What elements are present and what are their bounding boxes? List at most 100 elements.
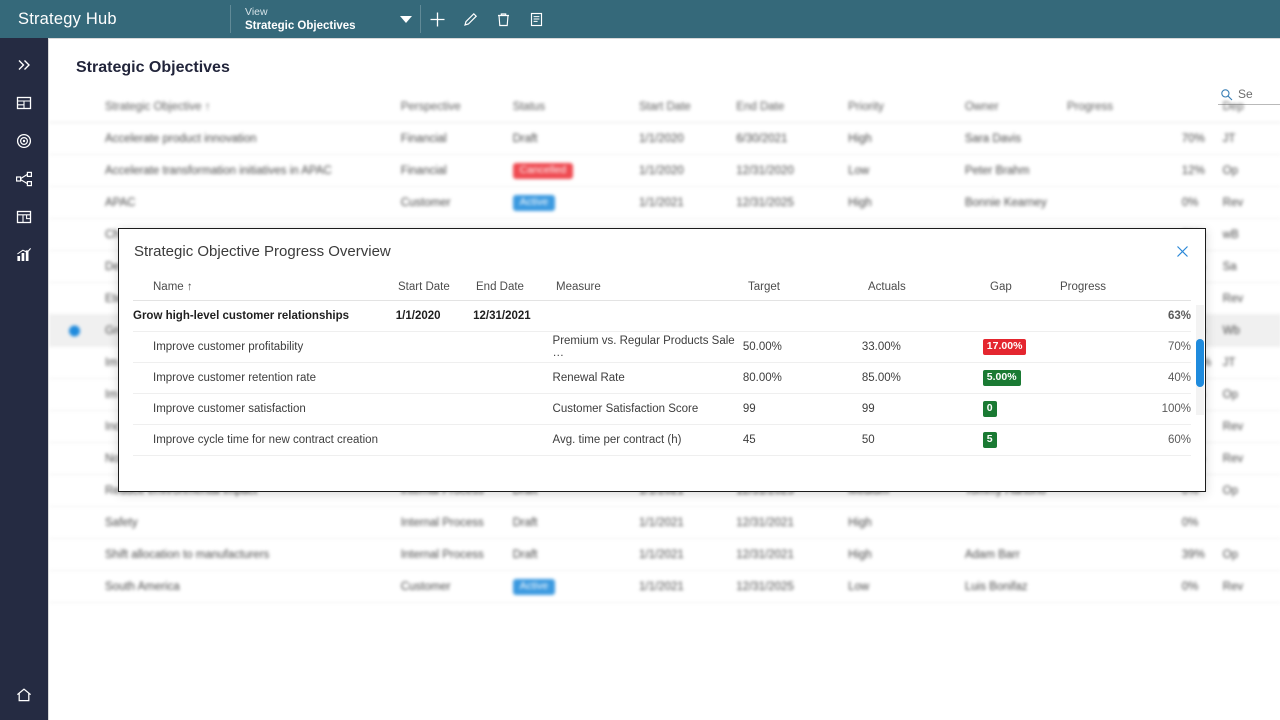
edit-button[interactable] [454,0,487,38]
measure-row[interactable]: Improve customer satisfaction Customer Sa… [133,394,1191,425]
table-grid-icon [16,96,32,110]
col-actuals[interactable]: Actuals [868,281,990,293]
top-header-bar: Strategy Hub View Strategic Objectives [0,0,1280,38]
col-end[interactable]: End Date [476,281,556,293]
close-icon[interactable] [1172,241,1192,261]
clipboard-list-icon [530,12,542,26]
cell-start-date: 1/1/2021 [639,548,684,561]
cell-perspective: Financial [400,164,447,177]
objectives-nav[interactable] [0,122,48,160]
view-selector-label: View [245,5,268,18]
add-button[interactable] [421,0,454,38]
target-icon [16,133,32,149]
grid-column-header[interactable]: Owner [965,101,1067,113]
cell-measure: Customer Satisfaction Score [552,403,699,415]
measure-row[interactable]: Improve cycle time for new contract crea… [133,425,1191,456]
chevron-down-icon[interactable] [399,15,412,23]
measure-row[interactable]: Improve customer retention rate Renewal R… [133,363,1191,394]
initiatives-nav[interactable] [0,198,48,236]
grid-column-header[interactable]: End Date [736,101,848,113]
bar-chart-icon [17,248,32,261]
cell-progress-percent: 70% [1181,132,1205,145]
cell-owner: Luis Bonifaz [964,580,1028,593]
grid-column-header[interactable]: Strategic Objective ↑ [49,101,401,113]
gap-badge: 5.00% [982,370,1021,386]
grid-column-header[interactable]: Status [513,101,639,113]
cell-objective-name: APAC [105,196,136,209]
cell-department: Rev [1222,196,1244,209]
cell-department: wB [1222,228,1239,241]
measure-row[interactable]: Improve customer profitability Premium vs… [133,332,1191,363]
cell-name: Improve customer satisfaction [153,403,306,415]
cell-perspective: Customer [400,196,451,209]
cell-gap: 0 [982,401,1052,417]
cell-start-date: 1/1/2020 [395,310,441,322]
cell-end-date: 6/30/2021 [736,132,788,145]
view-selector[interactable]: View Strategic Objectives [231,0,420,38]
cell-start-date: 1/1/2020 [639,132,684,145]
expand-nav[interactable] [0,46,48,84]
cell-measure: Avg. time per contract (h) [552,434,682,446]
header-actions [421,0,553,38]
grid-column-header[interactable]: Priority [848,101,965,113]
cell-actuals: 50 [861,434,875,446]
delete-button[interactable] [487,0,520,38]
scorecard-nav[interactable] [0,84,48,122]
cell-owner: Sara Davis [964,132,1022,145]
cell-name: Improve customer retention rate [153,372,316,384]
strategy-map-nav[interactable] [0,160,48,198]
analytics-nav[interactable] [0,236,48,274]
status-badge: Active [512,578,556,595]
cell-target: 80.00% [742,372,782,384]
cell-progress-percent: 12% [1181,164,1205,177]
cell-name: Grow high-level customer relationships [133,310,349,322]
cell-department: Op [1222,164,1238,177]
table-row[interactable]: Shift allocation to manufacturers Interna… [49,539,1280,571]
cell-status: Cancelled [512,162,639,179]
table-row[interactable]: Accelerate product innovation Financial Dr… [49,123,1280,155]
col-measure[interactable]: Measure [556,281,748,293]
col-name[interactable]: Name ↑ [133,281,398,293]
grid-column-header[interactable]: Perspective [401,101,513,113]
chevron-double-right-icon [18,60,30,70]
col-target[interactable]: Target [748,281,868,293]
node-network-icon [15,171,32,187]
col-progress[interactable]: Progress [1060,281,1160,293]
cell-perspective: Internal Process [400,548,484,561]
col-start[interactable]: Start Date [398,281,476,293]
col-gap[interactable]: Gap [990,281,1060,293]
home-nav[interactable] [0,676,48,714]
cell-progress-percent: 70% [1167,341,1191,353]
dialog-title: Strategic Objective Progress Overview [134,242,391,260]
table-row[interactable]: Accelerate transformation initiatives in… [49,155,1280,187]
cell-priority: High [848,548,872,561]
grid-column-header[interactable]: Dep [1223,101,1280,113]
report-button[interactable] [520,0,553,38]
cell-start-date: 1/1/2021 [639,196,684,209]
table-row[interactable]: South America Customer Active 1/1/2021 12/31… [49,571,1280,603]
cell-priority: High [848,132,872,145]
grid-column-header[interactable]: Progress [1067,101,1223,113]
cell-department: Rev [1222,420,1244,433]
pencil-icon [463,12,477,26]
progress-overview-dialog: Strategic Objective Progress Overview Na… [118,228,1206,492]
cell-department: Sa [1222,260,1237,273]
cell-end-date: 12/31/2025 [736,196,794,209]
table-row[interactable]: Safety Internal Process Draft 1/1/2021 12/31… [49,507,1280,539]
grid-column-header[interactable]: Start Date [639,101,736,113]
objective-row[interactable]: Grow high-level customer relationships 1/… [133,301,1191,332]
cell-actuals: 33.00% [861,341,901,353]
cell-target: 99 [742,403,756,415]
cell-department: Rev [1222,452,1244,465]
cell-start-date: 1/1/2021 [639,580,684,593]
table-row[interactable]: APAC Customer Active 1/1/2021 12/31/2025 High… [49,187,1280,219]
cell-owner: Peter Brahm [964,164,1030,177]
cell-status: Active [512,578,639,595]
cell-gap: 5.00% [982,370,1052,386]
cell-progress-percent: 0% [1181,580,1199,593]
cell-status: Draft [512,548,538,561]
cell-target: 50.00% [742,341,782,353]
cell-objective-name: Safety [105,516,138,529]
dialog-scrollbar[interactable] [1196,305,1204,415]
cell-progress-percent: 40% [1167,372,1191,384]
